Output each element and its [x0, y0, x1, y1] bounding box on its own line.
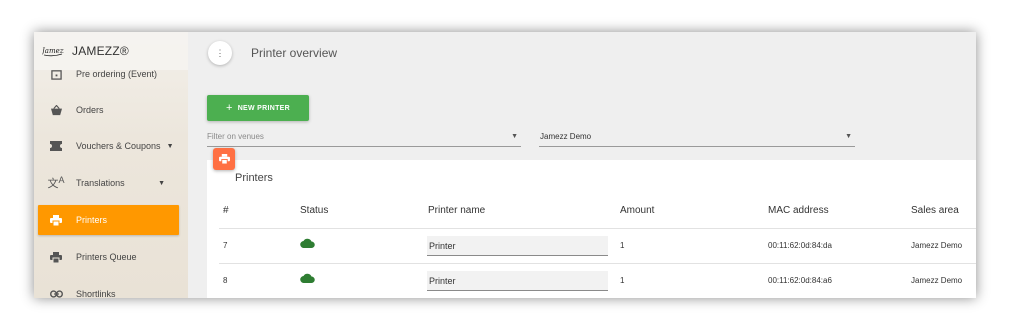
sidebar-item-label: Orders [76, 105, 104, 115]
sidebar-item-label: Pre ordering (Event) [76, 69, 158, 79]
new-printer-button[interactable]: + NEW PRINTER [207, 95, 309, 121]
cell-sales-area: Jamezz Demo [911, 276, 963, 285]
column-header-status[interactable]: Status [300, 205, 328, 216]
column-header-printer-name[interactable]: Printer name [428, 205, 485, 216]
calendar-icon [46, 69, 66, 80]
brand-name: JAMEZZ® [72, 44, 129, 58]
more-vert-button[interactable]: ⋮ [208, 41, 232, 65]
new-printer-label: NEW PRINTER [237, 104, 291, 112]
printer-badge-icon [213, 148, 235, 170]
cell-amount: 1 [620, 241, 625, 250]
company-select-value: Jamezz Demo [540, 132, 592, 141]
printer-name-input[interactable]: Printer [427, 236, 608, 256]
cell-amount: 1 [620, 276, 625, 285]
sidebar: Jamezz JAMEZZ® Pre ordering (Event) Orde… [34, 32, 188, 298]
company-select[interactable]: Jamezz Demo ▼ [539, 127, 855, 147]
printer-name-input[interactable]: Printer [427, 271, 608, 291]
brand-header[interactable]: Jamezz JAMEZZ® [34, 32, 188, 70]
cell-sales-area: Jamezz Demo [911, 241, 963, 250]
column-header-mac-address[interactable]: MAC address [768, 205, 829, 216]
brand-logo: Jamezz [42, 45, 64, 57]
venues-filter-select[interactable]: Filter on venues ▼ [207, 127, 521, 147]
basket-icon [46, 104, 66, 116]
row-divider [219, 263, 976, 264]
chevron-down-icon: ▼ [158, 179, 165, 187]
ticket-icon [46, 141, 66, 151]
sidebar-item-label: Vouchers & Coupons [76, 141, 161, 151]
column-header-amount[interactable]: Amount [620, 205, 654, 216]
app-window: Jamezz JAMEZZ® Pre ordering (Event) Orde… [34, 32, 976, 298]
sidebar-item-printers-queue[interactable]: Printers Queue [38, 242, 179, 272]
cell-mac-address: 00:11:62:0d:84:da [768, 241, 832, 250]
link-icon [46, 290, 66, 298]
sidebar-item-shortlinks[interactable]: Shortlinks [38, 279, 179, 298]
column-header-sales-area[interactable]: Sales area [911, 205, 959, 216]
svg-text:Jamezz: Jamezz [42, 47, 64, 55]
sidebar-item-label: Shortlinks [76, 289, 116, 298]
column-header-id[interactable]: # [223, 205, 229, 216]
printers-card: Printers # Status Printer name Amount MA… [207, 160, 976, 298]
sidebar-item-translations[interactable]: 文A Translations ▼ [38, 168, 179, 198]
more-vert-icon: ⋮ [215, 47, 225, 58]
translate-icon: 文A [47, 175, 65, 190]
cell-id: 8 [223, 276, 228, 285]
chevron-down-icon: ▼ [166, 142, 174, 150]
dropdown-arrow-icon: ▼ [845, 133, 852, 140]
page-title: Printer overview [251, 46, 338, 60]
plus-icon: + [225, 102, 233, 114]
sidebar-item-orders[interactable]: Orders [38, 95, 179, 125]
printer-icon [46, 251, 66, 263]
cell-id: 7 [223, 241, 228, 250]
sidebar-item-label: Translations [76, 178, 125, 188]
cloud-online-icon [300, 273, 315, 285]
cell-mac-address: 00:11:62:0d:84:a6 [768, 276, 832, 285]
sidebar-item-label: Printers [76, 215, 108, 225]
card-title: Printers [235, 172, 273, 184]
dropdown-arrow-icon: ▼ [511, 133, 518, 140]
sidebar-item-printers[interactable]: Printers [38, 205, 179, 235]
printer-icon [46, 214, 66, 226]
row-divider [219, 228, 976, 229]
sidebar-item-vouchers[interactable]: Vouchers & Coupons ▼ [38, 131, 179, 161]
sidebar-item-label: Printers Queue [76, 252, 137, 262]
cloud-online-icon [300, 238, 315, 250]
venues-filter-placeholder: Filter on venues [207, 132, 264, 141]
